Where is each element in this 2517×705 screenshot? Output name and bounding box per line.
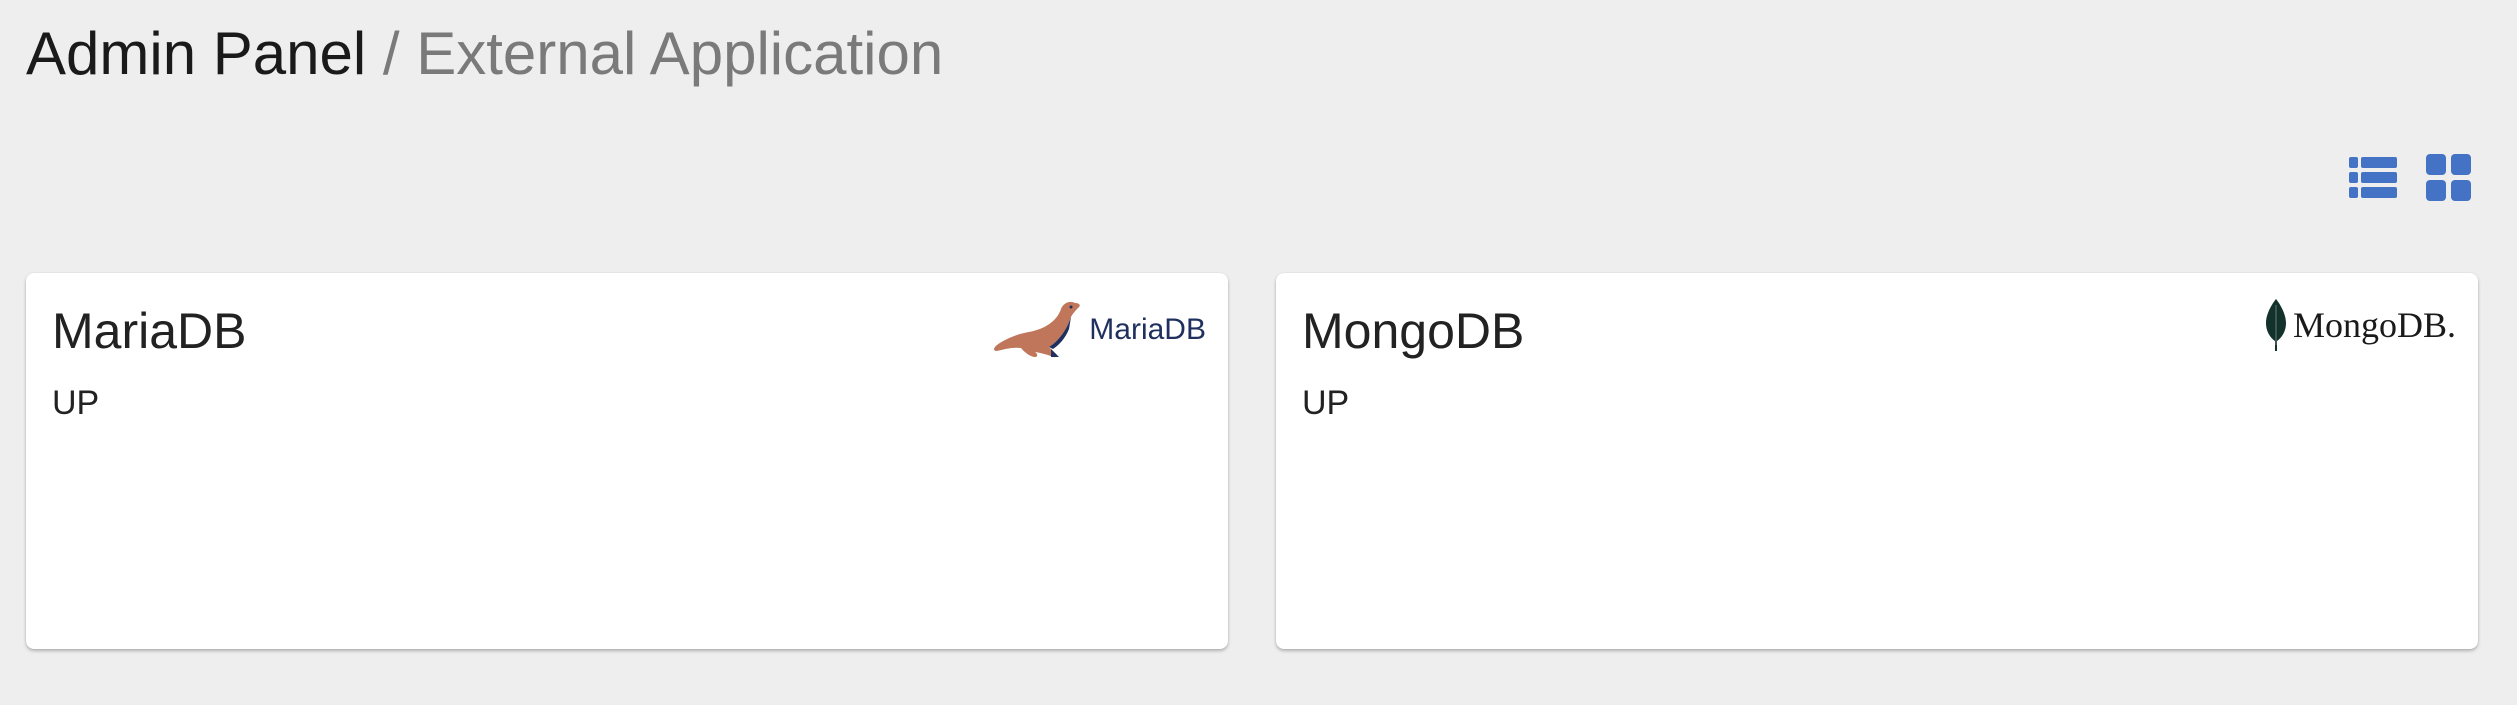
- card-title: MongoDB: [1302, 303, 1525, 359]
- status-text: UP: [1302, 384, 1350, 422]
- list-icon: [2349, 157, 2397, 198]
- grid-icon: [2426, 154, 2471, 201]
- page: Admin Panel / External Application Maria…: [0, 0, 2517, 705]
- breadcrumb-root[interactable]: Admin Panel: [26, 20, 366, 87]
- logo-text: MariaDB: [1089, 313, 1206, 346]
- grid-view-button[interactable]: [2423, 152, 2475, 204]
- breadcrumb-separator: /: [366, 20, 417, 87]
- breadcrumb-current: External Application: [416, 20, 944, 87]
- list-view-button[interactable]: [2347, 152, 2399, 204]
- view-toggle: [2347, 152, 2475, 204]
- application-card-mariadb[interactable]: MariaDB UP MariaDB: [26, 273, 1228, 649]
- breadcrumb: Admin Panel / External Application: [26, 18, 943, 90]
- leaf-icon: [2265, 299, 2286, 351]
- status-text: UP: [52, 384, 100, 422]
- application-cards: MariaDB UP MariaDB MongoDB UP MongoDB.: [26, 273, 2479, 649]
- mariadb-logo: MariaDB: [991, 299, 1206, 361]
- application-card-mongodb[interactable]: MongoDB UP MongoDB.: [1276, 273, 2478, 649]
- logo-text: MongoDB.: [2292, 305, 2456, 345]
- mongodb-logo: MongoDB.: [2265, 299, 2456, 351]
- sea-lion-icon: [994, 301, 1081, 358]
- card-title: MariaDB: [52, 303, 247, 359]
